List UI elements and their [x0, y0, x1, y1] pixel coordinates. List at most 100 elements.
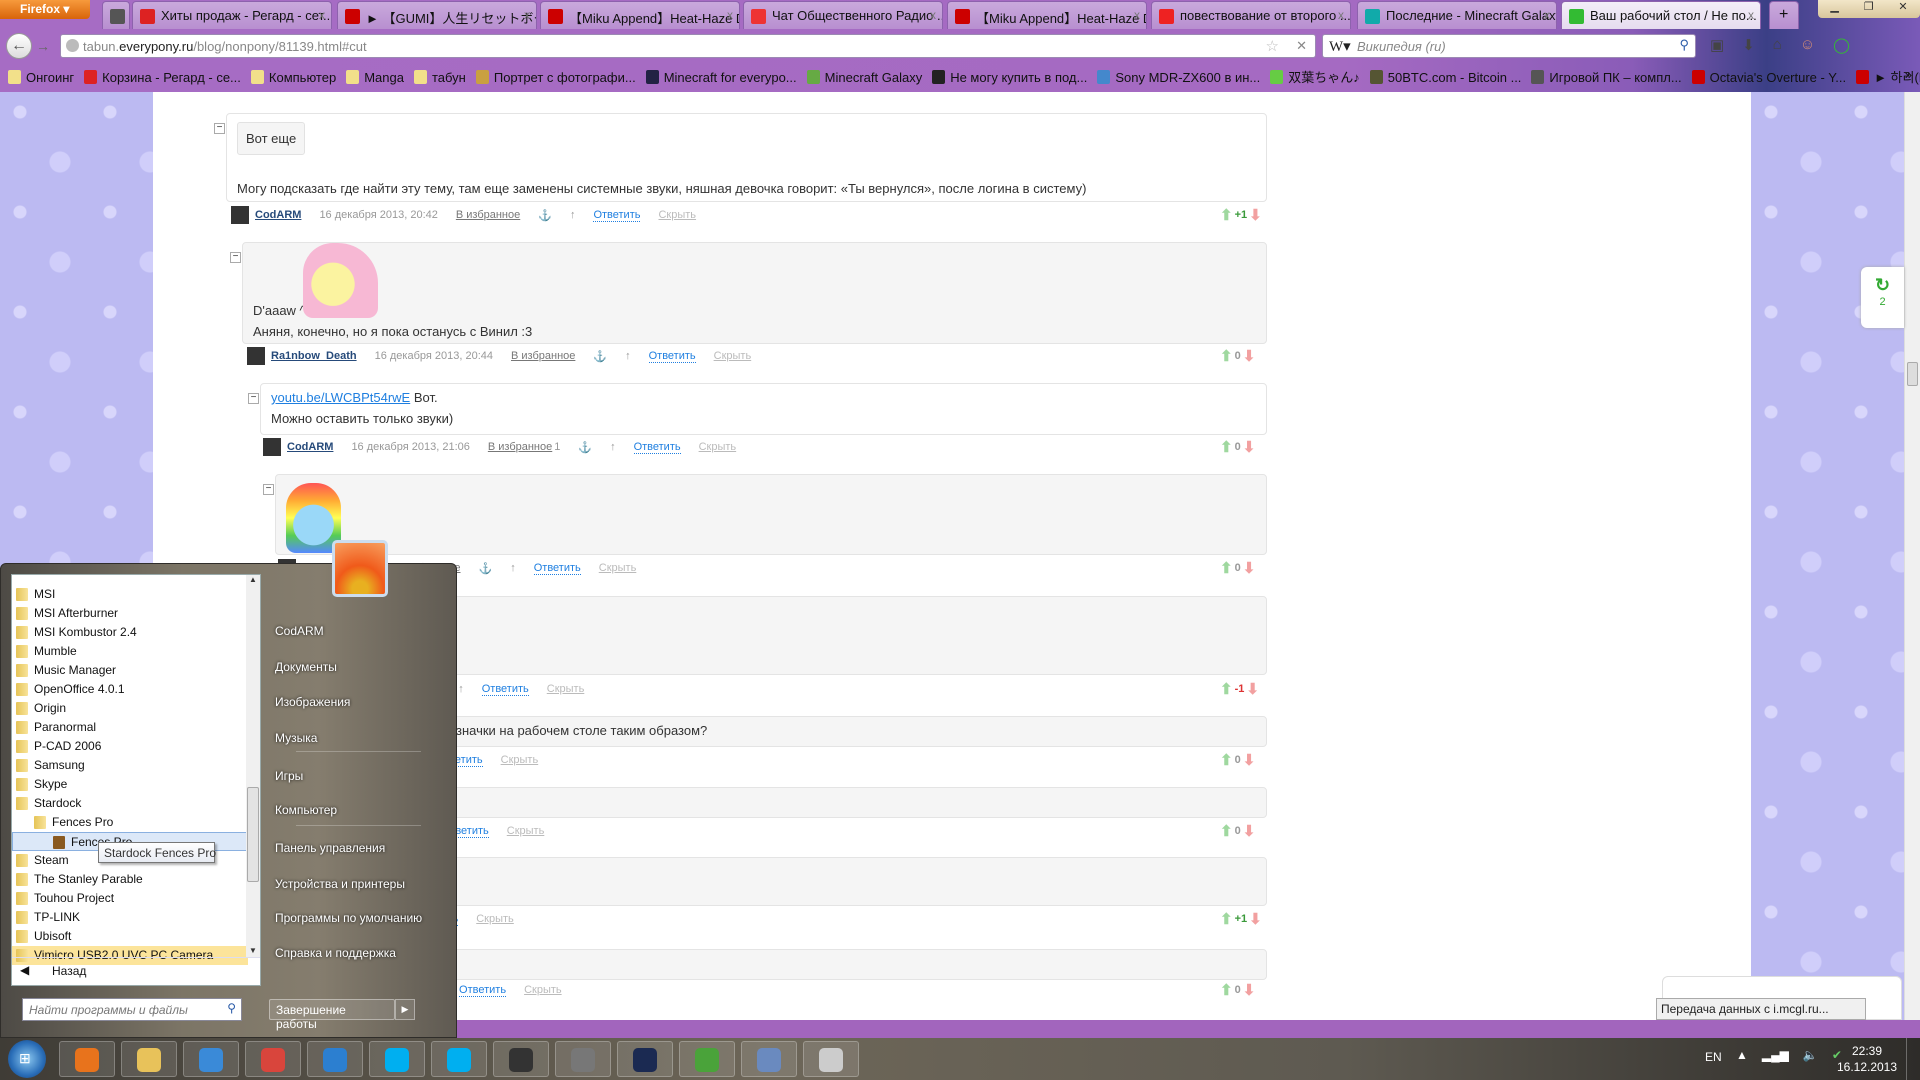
taskbar-button[interactable] [183, 1041, 239, 1077]
program-item[interactable]: The Stanley Parable [12, 870, 248, 889]
vote-down-icon[interactable]: ⬇ [1243, 981, 1256, 999]
start-menu-item[interactable]: Изображения [275, 695, 350, 709]
show-hidden-icons-icon[interactable]: ▲ [1736, 1048, 1748, 1062]
scrollbar-thumb[interactable] [1907, 362, 1918, 386]
taskbar-button[interactable] [803, 1041, 859, 1077]
hide-link[interactable]: Скрыть [658, 209, 696, 221]
bookmark-item[interactable]: Портрет с фотографи... [475, 70, 636, 85]
tab[interactable]: Хиты продаж - Регард - сет... x [132, 1, 332, 29]
start-menu-item[interactable]: Документы [275, 660, 337, 674]
scroll-down-icon[interactable]: ▼ [246, 946, 260, 955]
start-menu-item[interactable]: Игры [275, 769, 303, 783]
home-icon[interactable]: ⌂ [1773, 36, 1782, 54]
youtube-link[interactable]: youtu.be/LWCBPt54rwE [271, 390, 410, 405]
back-button[interactable]: ◀ Назад [12, 957, 260, 985]
parent-comment-icon[interactable]: ↑ [610, 441, 616, 453]
bookmark-item[interactable]: Octavia's Overture - Y... [1691, 70, 1846, 85]
add-to-favorites-link[interactable]: В избранное [456, 209, 520, 221]
tab[interactable] [102, 1, 130, 29]
tab[interactable]: Чат Общественного Радио ... x [743, 1, 943, 29]
taskbar-button[interactable] [741, 1041, 797, 1077]
sync-icon[interactable]: ◯ [1833, 36, 1850, 54]
program-item[interactable]: Samsung [12, 756, 248, 775]
collapse-toggle[interactable]: − [214, 123, 225, 134]
hide-link[interactable]: Скрыть [501, 754, 539, 766]
start-menu-item[interactable]: Справка и поддержка [275, 946, 396, 960]
tab[interactable]: Ваш рабочий стол / Не по... x [1561, 1, 1761, 29]
bookmark-item[interactable]: Онгоинг [8, 70, 74, 85]
vote-down-icon[interactable]: ⬇ [1249, 206, 1262, 224]
collapse-toggle[interactable]: − [263, 484, 274, 495]
scrollbar-thumb[interactable] [247, 787, 259, 882]
bookmarks-more-icon[interactable]: » [1905, 67, 1912, 82]
tab[interactable]: повествование от второго ... x [1151, 1, 1351, 29]
tab[interactable]: ► 【GUMI】人生リセットボタン ...x [337, 1, 537, 29]
bookmark-item[interactable]: табун [413, 70, 466, 85]
tab-close-icon[interactable]: x [524, 8, 530, 22]
program-item[interactable]: MSI [12, 585, 248, 604]
taskbar-button[interactable] [679, 1041, 735, 1077]
bookmark-item[interactable]: Minecraft Galaxy [806, 70, 922, 85]
parent-comment-icon[interactable]: ↑ [510, 562, 516, 574]
bookmark-star-icon[interactable]: ☆ [1266, 37, 1279, 55]
tab-close-icon[interactable]: x [930, 8, 936, 22]
new-tab-button[interactable]: + [1769, 1, 1799, 29]
start-menu-item[interactable]: Компьютер [275, 803, 337, 817]
vote-up-icon[interactable]: ⬆ [1220, 438, 1233, 456]
taskbar-button[interactable] [369, 1041, 425, 1077]
collapse-toggle[interactable]: − [230, 252, 241, 263]
program-item[interactable]: Touhou Project [12, 889, 248, 908]
program-item[interactable]: Origin [12, 699, 248, 718]
tab-close-icon[interactable]: x [1544, 8, 1550, 22]
refresh-comments-widget[interactable]: ↻ 2 [1861, 267, 1904, 328]
show-desktop-button[interactable] [1906, 1038, 1920, 1080]
taskbar-button[interactable] [431, 1041, 487, 1077]
vote-up-icon[interactable]: ⬆ [1220, 910, 1233, 928]
hide-link[interactable]: Скрыть [699, 441, 737, 453]
avatar[interactable] [263, 438, 281, 456]
bookmark-item[interactable]: Компьютер [250, 70, 336, 85]
parent-comment-icon[interactable]: ↑ [625, 350, 631, 362]
program-item[interactable]: TP-LINK [12, 908, 248, 927]
back-button[interactable]: ← [6, 33, 32, 59]
search-bar[interactable]: W▾ Википедия (ru) ⚲ [1322, 34, 1696, 58]
tab-close-icon[interactable]: x [727, 8, 733, 22]
program-item[interactable]: OpenOffice 4.0.1 [12, 680, 248, 699]
tab-close-icon[interactable]: x [1338, 8, 1344, 22]
page-scrollbar[interactable] [1904, 92, 1920, 1020]
comment-author[interactable]: Ra1nbow_Death [271, 350, 357, 362]
shutdown-button[interactable]: Завершение работы [269, 999, 395, 1031]
program-item[interactable]: Skype [12, 775, 248, 794]
reply-link[interactable]: Ответить [633, 441, 681, 454]
hide-link[interactable]: Скрыть [524, 984, 562, 996]
reply-link[interactable]: Ответить [533, 562, 581, 575]
tab[interactable]: 【Miku Append】Heat-Haze D... x [540, 1, 740, 29]
clock[interactable]: 22:39 16.12.2013 [1832, 1043, 1902, 1075]
bookmark-item[interactable]: Manga [346, 70, 404, 85]
reply-link[interactable]: Ответить [459, 984, 507, 997]
taskbar-button[interactable] [555, 1041, 611, 1077]
program-item[interactable]: MSI Kombustor 2.4 [12, 623, 248, 642]
program-item[interactable]: Paranormal [12, 718, 248, 737]
tab[interactable]: 【Miku Append】Heat-Haze D... x [947, 1, 1147, 29]
bookmark-item[interactable]: 双葉ちゃん♪ [1270, 67, 1360, 86]
vote-up-icon[interactable]: ⬆ [1220, 347, 1233, 365]
tab-close-icon[interactable]: x [319, 8, 325, 22]
vote-up-icon[interactable]: ⬆ [1220, 206, 1233, 224]
bookmark-item[interactable]: Sony MDR-ZX600 в ин... [1097, 70, 1260, 85]
shutdown-options-arrow-icon[interactable]: ▶ [395, 999, 415, 1020]
addon-icon[interactable]: ▣ [1710, 36, 1724, 54]
collapse-toggle[interactable]: − [248, 393, 259, 404]
start-menu-item[interactable]: Панель управления [275, 841, 385, 855]
taskbar-button[interactable] [493, 1041, 549, 1077]
search-icon[interactable]: ⚲ [1679, 37, 1689, 53]
bookmark-item[interactable]: Не могу купить в под... [932, 70, 1087, 85]
vote-down-icon[interactable]: ⬇ [1243, 438, 1256, 456]
vote-down-icon[interactable]: ⬇ [1243, 822, 1256, 840]
close-icon[interactable]: ✕ [1898, 0, 1907, 18]
tab[interactable]: Последние - Minecraft Galaxy x [1357, 1, 1557, 29]
anchor-link-icon[interactable]: ⚓ [593, 350, 607, 363]
add-to-favorites-link[interactable]: В избранное [511, 350, 575, 362]
vote-down-icon[interactable]: ⬇ [1249, 910, 1262, 928]
start-menu-item[interactable]: Программы по умолчанию [275, 911, 422, 925]
